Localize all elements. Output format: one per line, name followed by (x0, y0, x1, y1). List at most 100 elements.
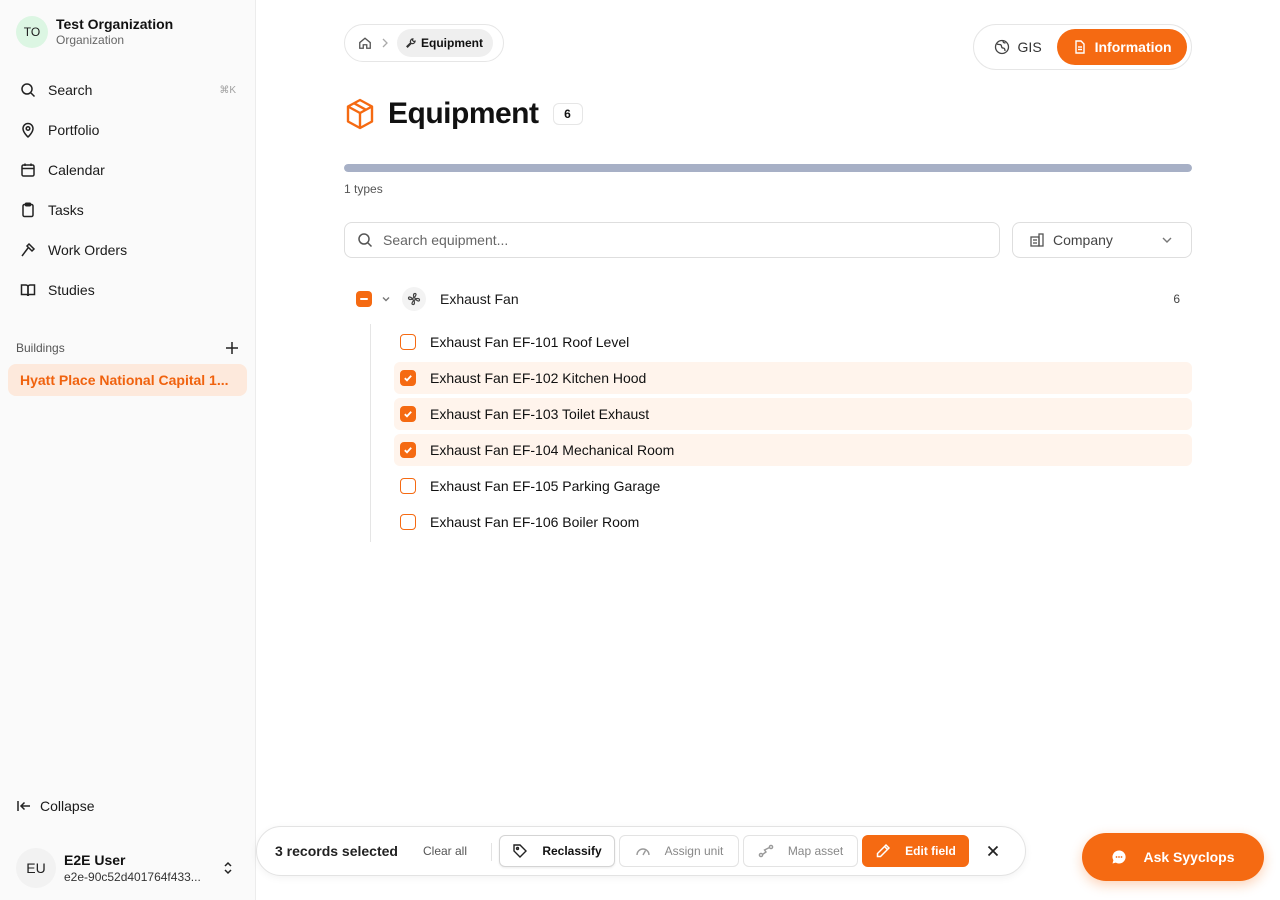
route-icon (758, 843, 774, 859)
search-icon (20, 82, 36, 98)
clear-all-button[interactable]: Clear all (423, 844, 467, 858)
chat-bubble-icon (1111, 849, 1127, 865)
chevrons-up-down-icon[interactable] (220, 860, 236, 876)
collapse-button[interactable]: Collapse (16, 798, 94, 814)
selection-count: 3 records selected (275, 843, 398, 859)
count-badge: 6 (552, 103, 583, 125)
tag-icon (512, 843, 528, 859)
list-item[interactable]: Exhaust Fan EF-103 Toilet Exhaust (394, 398, 1192, 430)
nav-item-calendar[interactable]: Calendar (8, 150, 248, 190)
nav-item-label: Calendar (48, 162, 105, 178)
search-icon (357, 232, 373, 248)
divider (491, 843, 492, 861)
collapse-label: Collapse (40, 798, 95, 814)
home-icon[interactable] (357, 35, 373, 51)
progress-fill (344, 164, 1192, 172)
close-icon[interactable] (985, 843, 1001, 859)
button-label: Edit field (905, 844, 956, 858)
page-title: Equipment (388, 97, 539, 130)
add-building-icon[interactable] (224, 340, 240, 356)
page-header: Equipment 6 (344, 96, 583, 132)
gauge-icon (635, 843, 651, 859)
buildings-header: Buildings (16, 338, 240, 358)
item-checkbox[interactable] (400, 370, 416, 386)
reclassify-button[interactable]: Reclassify (499, 835, 615, 867)
hammer-icon (20, 242, 36, 258)
nav-item-studies[interactable]: Studies (8, 270, 248, 310)
collapse-icon (16, 798, 32, 814)
nav-item-label: Work Orders (48, 242, 128, 258)
nav-item-work-orders[interactable]: Work Orders (8, 230, 248, 270)
item-label: Exhaust Fan EF-103 Toilet Exhaust (430, 406, 650, 422)
pencil-icon (875, 843, 891, 859)
list-item[interactable]: Exhaust Fan EF-101 Roof Level (394, 326, 1192, 358)
item-checkbox[interactable] (400, 478, 416, 494)
buildings-label: Buildings (16, 341, 65, 355)
nav-item-tasks[interactable]: Tasks (8, 190, 248, 230)
building-item[interactable]: Hyatt Place National Capital 1... (8, 364, 247, 396)
view-toggle: GIS Information (973, 24, 1192, 70)
ask-assistant-button[interactable]: Ask Syyclops (1082, 833, 1264, 881)
search-box (344, 222, 1000, 258)
calendar-icon (20, 162, 36, 178)
wrench-icon (405, 37, 417, 49)
main-nav: Search ⌘K Portfolio Calendar Tasks Work … (8, 70, 248, 310)
item-label: Exhaust Fan EF-101 Roof Level (430, 334, 630, 350)
globe-icon (994, 39, 1010, 55)
type-progress-bar (344, 164, 1192, 172)
tab-gis[interactable]: GIS (978, 29, 1057, 65)
types-count: 1 types (344, 182, 383, 196)
book-icon (20, 282, 36, 298)
group-checkbox[interactable] (356, 291, 372, 307)
list-item[interactable]: Exhaust Fan EF-105 Parking Garage (394, 470, 1192, 502)
item-label: Exhaust Fan EF-105 Parking Garage (430, 478, 661, 494)
list-item[interactable]: Exhaust Fan EF-104 Mechanical Room (394, 434, 1192, 466)
list-item[interactable]: Exhaust Fan EF-102 Kitchen Hood (394, 362, 1192, 394)
nav-item-label: Tasks (48, 202, 84, 218)
bulk-action-bar: 3 records selected Clear all Reclassify … (256, 826, 1026, 876)
group-name: Exhaust Fan (440, 291, 519, 307)
box-icon (344, 98, 376, 130)
chevron-down-icon[interactable] (380, 293, 392, 305)
item-checkbox[interactable] (400, 334, 416, 350)
item-label: Exhaust Fan EF-102 Kitchen Hood (430, 370, 647, 386)
list-item[interactable]: Exhaust Fan EF-106 Boiler Room (394, 506, 1192, 538)
item-label: Exhaust Fan EF-104 Mechanical Room (430, 442, 675, 458)
group-row[interactable]: Exhaust Fan 6 (344, 284, 1192, 314)
tab-information[interactable]: Information (1057, 29, 1187, 65)
clipboard-icon (20, 202, 36, 218)
company-filter[interactable]: Company (1012, 222, 1192, 258)
document-icon (1073, 40, 1087, 54)
org-avatar: TO (16, 16, 48, 48)
item-checkbox[interactable] (400, 442, 416, 458)
map-pin-icon (20, 122, 36, 138)
button-label: Assign unit (664, 844, 724, 858)
company-filter-label: Company (1053, 232, 1113, 248)
breadcrumb-current[interactable]: Equipment (397, 29, 493, 57)
assign-unit-button[interactable]: Assign unit (619, 835, 739, 867)
user-name: E2E User (64, 852, 126, 868)
building-icon (1029, 232, 1045, 248)
nav-item-label: Studies (48, 282, 95, 298)
item-checkbox[interactable] (400, 514, 416, 530)
button-label: Map asset (787, 844, 844, 858)
tab-label: Information (1094, 39, 1172, 55)
org-name: Test Organization (56, 16, 174, 32)
user-id: e2e-90c52d401764f433... (64, 870, 201, 884)
sidebar: TO Test Organization Organization Search… (0, 0, 256, 900)
breadcrumb: Equipment (344, 24, 504, 62)
item-checkbox[interactable] (400, 406, 416, 422)
nav-item-portfolio[interactable]: Portfolio (8, 110, 248, 150)
org-subtitle: Organization (56, 33, 125, 47)
search-input[interactable] (383, 232, 943, 248)
user-menu[interactable]: EU E2E User e2e-90c52d401764f433... (16, 848, 240, 888)
map-asset-button[interactable]: Map asset (743, 835, 858, 867)
chevron-right-icon (381, 38, 389, 48)
breadcrumb-label: Equipment (421, 36, 483, 50)
org-switcher[interactable]: TO Test Organization Organization (16, 16, 173, 48)
chevron-down-icon (1161, 234, 1173, 246)
ask-label: Ask Syyclops (1143, 849, 1235, 865)
nav-item-search[interactable]: Search ⌘K (8, 70, 248, 110)
nav-item-label: Search (48, 82, 93, 98)
edit-field-button[interactable]: Edit field (862, 835, 969, 867)
